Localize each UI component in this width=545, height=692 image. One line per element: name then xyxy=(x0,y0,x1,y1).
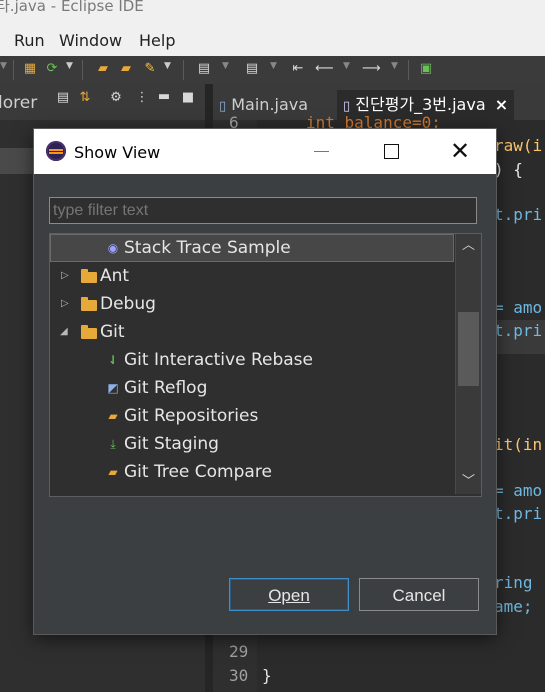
scroll-up-icon[interactable]: ︿ xyxy=(456,234,481,258)
view-menu-icon[interactable]: ⋮ xyxy=(134,90,150,106)
line-number: 29 xyxy=(229,642,249,661)
tree-scrollbar[interactable]: ︿ ﹀ xyxy=(455,234,481,494)
maximize-button[interactable] xyxy=(368,129,414,174)
plugin-icon: ◉ xyxy=(107,241,119,255)
expand-arrow-icon[interactable]: ▷ xyxy=(61,290,71,318)
tree-item-git-interactive-rebase[interactable]: ⇃ Git Interactive Rebase xyxy=(50,346,454,374)
dialog-titlebar[interactable]: Show View ✕ xyxy=(34,129,496,174)
dropdown-arrow-icon[interactable]: ▼ xyxy=(66,61,73,71)
selected-tree-row xyxy=(0,148,36,174)
dropdown-arrow-icon[interactable]: ▼ xyxy=(0,61,7,71)
menu-run[interactable]: Run xyxy=(14,31,45,50)
code-fragment: = amo xyxy=(494,298,543,317)
link-editor-icon[interactable]: ⇅ xyxy=(77,90,93,106)
menu-bar: Run Window Help xyxy=(0,22,545,56)
close-icon: ✕ xyxy=(449,137,471,165)
package-explorer-header: lorer ▤ ⇅ ⚙ ⋮ ▬ ■ xyxy=(0,84,205,120)
close-button[interactable]: ✕ xyxy=(437,129,483,174)
toolbar-separator xyxy=(408,60,409,80)
new-package-icon[interactable]: ⟳ xyxy=(44,61,60,77)
dropdown-arrow-icon[interactable]: ▼ xyxy=(391,61,398,71)
code-fragment: raw(i xyxy=(494,136,543,155)
line-number: 30 xyxy=(229,666,249,685)
window-title: 타.java - Eclipse IDE xyxy=(0,0,144,15)
show-view-dialog: Show View ✕ ◉ Stack Trace Sample ▷ Ant ▷… xyxy=(34,129,496,634)
menu-window[interactable]: Window xyxy=(59,31,122,50)
tree-item-git-reflog[interactable]: ◩ Git Reflog xyxy=(50,374,454,402)
filter-input[interactable] xyxy=(49,197,477,224)
dropdown-arrow-icon[interactable]: ▼ xyxy=(343,61,350,71)
new-java-project-icon[interactable]: ▦ xyxy=(22,61,38,77)
minimize-icon[interactable]: ▬ xyxy=(156,89,172,105)
code-fragment: t.pri xyxy=(494,504,543,523)
git-tree-compare-icon: ▰ xyxy=(108,465,118,479)
code-fragment: t.pri xyxy=(494,321,543,340)
code-fragment: ame; xyxy=(494,597,533,616)
next-annotation-icon[interactable]: ▤ xyxy=(244,61,260,77)
minimize-button[interactable] xyxy=(298,129,344,174)
back-icon[interactable]: ⟵ xyxy=(315,61,334,77)
forward-icon[interactable]: ⟶ xyxy=(362,61,381,77)
git-repositories-icon: ▰ xyxy=(108,409,118,423)
menu-help[interactable]: Help xyxy=(139,31,175,50)
filters-icon[interactable]: ⚙ xyxy=(108,90,124,106)
tree-item-git-tree-compare[interactable]: ▰ Git Tree Compare xyxy=(50,458,454,486)
open-type-icon[interactable]: ▰ xyxy=(95,61,111,77)
tree-item-stack-trace-sample[interactable]: ◉ Stack Trace Sample xyxy=(50,234,454,262)
toolbar-separator xyxy=(82,60,83,80)
java-file-icon: ▯ xyxy=(219,99,227,114)
code-fragment: t.pri xyxy=(494,205,543,224)
main-toolbar: ▼ ▦ ⟳ ▼ ▰ ▰ ✎ ▼ ▤ ▼ ▤ ▼ ⇤ ⟵ ▼ ⟶ ▼ ▣ xyxy=(0,56,545,85)
cancel-button[interactable]: Cancel xyxy=(359,578,479,611)
tree-item-git-repositories[interactable]: ▰ Git Repositories xyxy=(50,402,454,430)
view-tree: ◉ Stack Trace Sample ▷ Ant ▷ Debug ◢ Git… xyxy=(49,233,482,497)
git-staging-icon: ⤓ xyxy=(110,437,116,451)
code-line: } xyxy=(262,666,272,685)
annotation-icon[interactable]: ▤ xyxy=(196,61,212,77)
terminal-icon[interactable]: ▣ xyxy=(418,61,434,77)
tree-item-debug[interactable]: ▷ Debug xyxy=(50,290,454,318)
git-rebase-icon: ⇃ xyxy=(107,353,119,367)
open-folder-icon[interactable]: ▰ xyxy=(118,61,134,77)
dropdown-arrow-icon[interactable]: ▼ xyxy=(164,61,171,71)
folder-icon xyxy=(81,269,97,283)
code-fragment: = amo xyxy=(494,481,543,500)
code-fragment: it(in xyxy=(494,435,543,454)
eclipse-logo-icon xyxy=(46,141,66,161)
close-tab-icon[interactable]: × xyxy=(495,95,508,114)
code-fragment: ring xyxy=(494,573,533,592)
collapse-arrow-icon[interactable]: ◢ xyxy=(60,318,70,346)
tree-item-ant[interactable]: ▷ Ant xyxy=(50,262,454,290)
toolbar-separator xyxy=(183,60,184,80)
last-edit-icon[interactable]: ⇤ xyxy=(290,61,306,77)
java-file-icon: ▯ xyxy=(343,99,351,114)
tree-item-git-staging[interactable]: ⤓ Git Staging xyxy=(50,430,454,458)
collapse-all-icon[interactable]: ▤ xyxy=(55,90,71,106)
git-reflog-icon: ◩ xyxy=(107,381,119,395)
scroll-down-icon[interactable]: ﹀ xyxy=(456,470,481,494)
code-fragment: ) { xyxy=(494,160,523,179)
dropdown-arrow-icon[interactable]: ▼ xyxy=(270,61,277,71)
window-titlebar: 타.java - Eclipse IDE xyxy=(0,0,545,22)
dropdown-arrow-icon[interactable]: ▼ xyxy=(222,61,229,71)
folder-icon xyxy=(81,325,97,339)
expand-arrow-icon[interactable]: ▷ xyxy=(61,262,71,290)
view-title: lorer xyxy=(0,93,38,113)
folder-icon xyxy=(81,297,97,311)
dialog-title: Show View xyxy=(74,143,161,162)
maximize-icon[interactable]: ■ xyxy=(180,90,196,106)
brush-icon[interactable]: ✎ xyxy=(142,61,158,77)
tree-item-git[interactable]: ◢ Git xyxy=(50,318,454,346)
toolbar-separator xyxy=(13,60,14,80)
open-button[interactable]: Open xyxy=(229,578,349,611)
scroll-thumb[interactable] xyxy=(458,312,479,386)
